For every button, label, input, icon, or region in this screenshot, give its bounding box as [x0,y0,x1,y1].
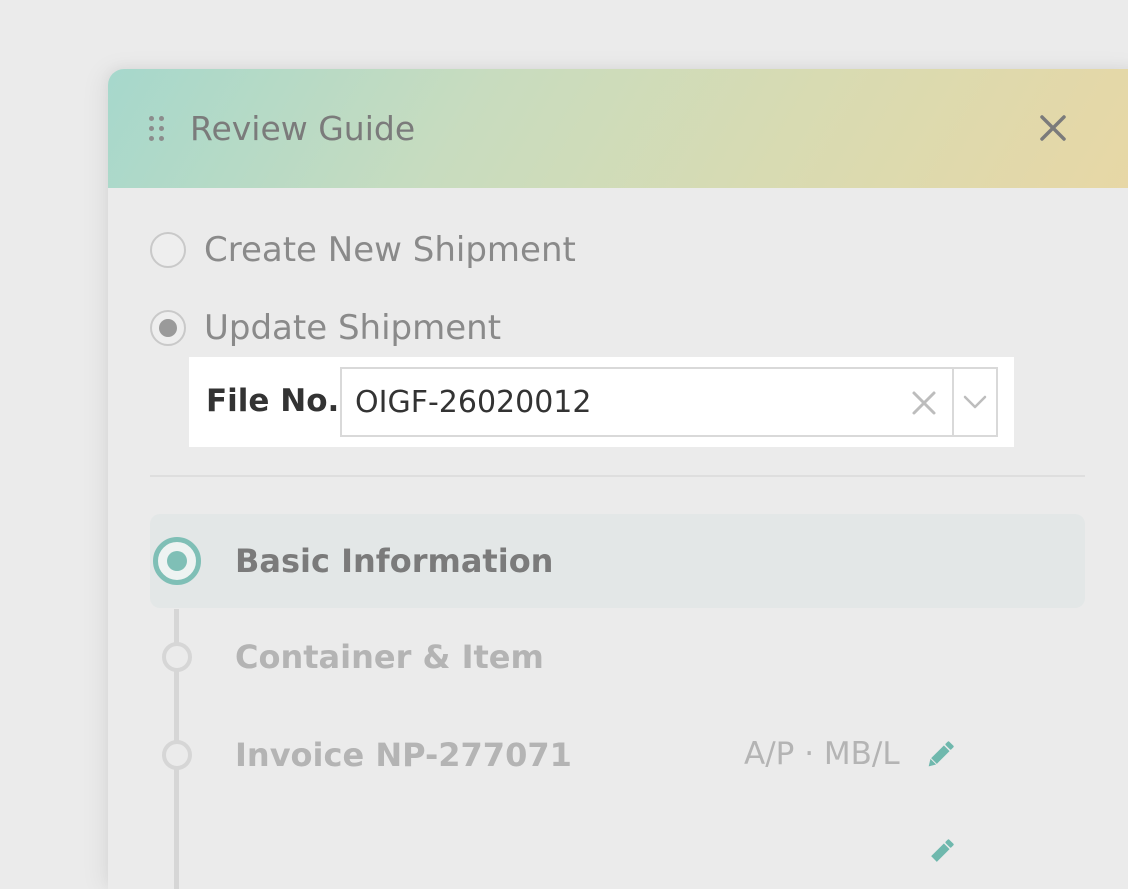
file-number-select[interactable]: OIGF-26020012 [340,367,998,437]
pencil-icon[interactable] [922,835,958,871]
create-new-shipment-radio[interactable] [150,232,186,268]
section-divider [150,475,1085,477]
step-indicator-icon [162,642,192,672]
panel-header: Review Guide [108,69,1128,188]
step-indicator-icon [162,740,192,770]
chevron-down-icon [963,395,987,409]
pencil-icon-partial [931,839,954,862]
invoice-meta: A/P · MB/L [744,736,900,772]
create-new-shipment-option[interactable]: Create New Shipment [150,228,576,272]
step-label-container-item[interactable]: Container & Item [235,638,544,676]
close-button[interactable] [1038,113,1068,143]
edit-invoice-button[interactable] [922,737,958,773]
clear-icon [912,391,936,415]
step-active-indicator-icon [153,537,201,585]
review-guide-panel: Review Guide Create New Shipment Update … [108,69,1128,889]
update-shipment-option[interactable]: Update Shipment [150,306,501,350]
select-separator [952,369,954,435]
step-label-invoice[interactable]: Invoice NP-277071 [235,736,572,774]
step-label-basic-information[interactable]: Basic Information [235,542,553,580]
file-number-value: OIGF-26020012 [355,385,592,420]
panel-title: Review Guide [190,109,416,148]
update-shipment-radio[interactable] [150,310,186,346]
close-icon [1040,115,1066,141]
clear-file-number-button[interactable] [910,389,938,417]
pencil-icon [928,741,954,767]
create-new-shipment-label: Create New Shipment [204,230,576,270]
dropdown-toggle[interactable] [962,391,988,413]
file-number-field-group: File No. OIGF-26020012 [189,357,1014,447]
drag-handle-icon[interactable] [149,116,165,144]
file-number-label: File No. [206,383,340,419]
update-shipment-label: Update Shipment [204,308,502,348]
